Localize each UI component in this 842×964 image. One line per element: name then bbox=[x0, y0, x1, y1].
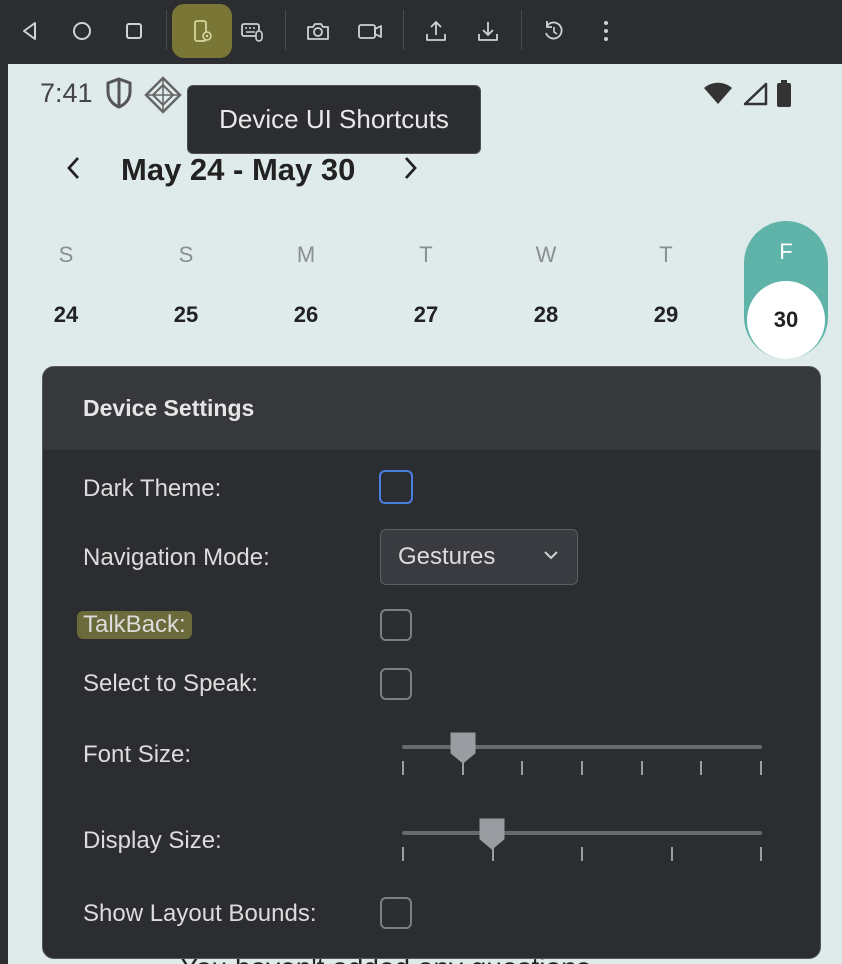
slider-tick bbox=[760, 761, 762, 775]
day-letter: M bbox=[296, 242, 316, 267]
keyboard-mouse-button[interactable] bbox=[222, 4, 282, 58]
download-icon bbox=[478, 22, 498, 41]
battery-icon bbox=[777, 80, 791, 107]
status-time: 7:41 bbox=[40, 78, 93, 108]
status-indicators bbox=[702, 80, 792, 108]
snapshot-restore-button[interactable] bbox=[524, 4, 584, 58]
select-to-speak-checkbox[interactable] bbox=[380, 668, 412, 700]
app-notification-icon bbox=[144, 76, 182, 114]
cellular-signal-icon bbox=[743, 82, 768, 106]
day-number: 28 bbox=[533, 302, 559, 327]
day-letter: T bbox=[419, 242, 433, 267]
upload-icon bbox=[426, 21, 446, 41]
day-number: 27 bbox=[413, 302, 439, 327]
day-number: 29 bbox=[653, 302, 679, 327]
week-range-title: May 24 - May 30 bbox=[121, 152, 356, 187]
toolbar-divider bbox=[403, 10, 404, 50]
navigation-mode-value: Gestures bbox=[398, 543, 496, 570]
day-item[interactable]: S 25 bbox=[146, 224, 226, 344]
chevron-left-icon[interactable] bbox=[66, 156, 80, 180]
slider-thumb[interactable] bbox=[448, 731, 478, 765]
day-number: 26 bbox=[293, 302, 319, 327]
day-item[interactable]: T 29 bbox=[626, 224, 706, 344]
snapshot-restore-icon bbox=[545, 21, 563, 40]
show-layout-bounds-checkbox[interactable] bbox=[380, 897, 412, 929]
navigation-mode-label: Navigation Mode: bbox=[83, 544, 270, 571]
more-vert-icon bbox=[604, 21, 608, 41]
more-options-button[interactable] bbox=[576, 4, 636, 58]
slider-tick bbox=[581, 761, 583, 775]
day-item[interactable]: S 24 bbox=[26, 224, 106, 344]
toolbar-divider bbox=[521, 10, 522, 50]
day-letter: F bbox=[779, 239, 793, 264]
day-number: 25 bbox=[173, 302, 199, 327]
slider-thumb[interactable] bbox=[477, 817, 507, 851]
slider-tick bbox=[700, 761, 702, 775]
toolbar-divider bbox=[285, 10, 286, 50]
chevron-right-icon[interactable] bbox=[404, 156, 418, 180]
dark-theme-checkbox[interactable] bbox=[379, 470, 413, 504]
day-letter: S bbox=[58, 242, 74, 267]
slider-tick bbox=[641, 761, 643, 775]
slider-tick bbox=[402, 761, 404, 775]
toolbar-divider bbox=[166, 10, 167, 50]
day-letter: T bbox=[659, 242, 673, 267]
slider-tick bbox=[521, 761, 523, 775]
select-to-speak-label: Select to Speak: bbox=[83, 670, 258, 697]
device-ui-shortcuts-icon bbox=[194, 20, 212, 42]
display-size-slider[interactable] bbox=[402, 817, 762, 861]
video-record-icon bbox=[358, 24, 382, 39]
day-selected[interactable]: F 30 bbox=[744, 221, 828, 359]
device-settings-panel: Device Settings Dark Theme: Navigation M… bbox=[42, 366, 821, 959]
talkback-label: TalkBack: bbox=[77, 611, 192, 639]
slider-tick bbox=[671, 847, 673, 861]
day-letter: S bbox=[178, 242, 194, 267]
shield-icon bbox=[106, 77, 132, 109]
slider-track bbox=[402, 831, 762, 835]
navigation-mode-select[interactable]: Gestures bbox=[380, 529, 578, 585]
font-size-slider[interactable] bbox=[402, 731, 762, 775]
download-button[interactable] bbox=[458, 4, 518, 58]
chevron-down-icon bbox=[544, 551, 558, 560]
overview-icon bbox=[126, 23, 142, 39]
slider-tick bbox=[581, 847, 583, 861]
back-button[interactable] bbox=[0, 4, 60, 58]
back-icon bbox=[23, 22, 36, 40]
slider-tick bbox=[402, 847, 404, 861]
device-ui-shortcuts-tooltip: Device UI Shortcuts bbox=[187, 85, 481, 154]
show-layout-bounds-label: Show Layout Bounds: bbox=[83, 900, 317, 927]
panel-title: Device Settings bbox=[43, 367, 820, 451]
camera-icon bbox=[307, 23, 329, 40]
home-button[interactable] bbox=[52, 4, 112, 58]
display-size-label: Display Size: bbox=[83, 827, 222, 854]
talkback-checkbox[interactable] bbox=[380, 609, 412, 641]
day-number: 30 bbox=[747, 281, 825, 359]
home-icon bbox=[73, 22, 91, 40]
day-item[interactable]: T 27 bbox=[386, 224, 466, 344]
wifi-icon bbox=[704, 82, 732, 104]
upload-button[interactable] bbox=[406, 4, 466, 58]
day-letter: W bbox=[535, 242, 557, 267]
slider-tick bbox=[760, 847, 762, 861]
keyboard-mouse-icon bbox=[241, 23, 263, 42]
dark-theme-label: Dark Theme: bbox=[83, 475, 222, 502]
emulator-toolbar bbox=[0, 0, 842, 64]
day-number: 24 bbox=[53, 302, 79, 327]
day-item[interactable]: W 28 bbox=[506, 224, 586, 344]
day-item[interactable]: M 26 bbox=[266, 224, 346, 344]
screenshot-button[interactable] bbox=[288, 4, 348, 58]
screen-record-button[interactable] bbox=[340, 4, 400, 58]
font-size-label: Font Size: bbox=[83, 741, 192, 768]
overview-button[interactable] bbox=[104, 4, 164, 58]
